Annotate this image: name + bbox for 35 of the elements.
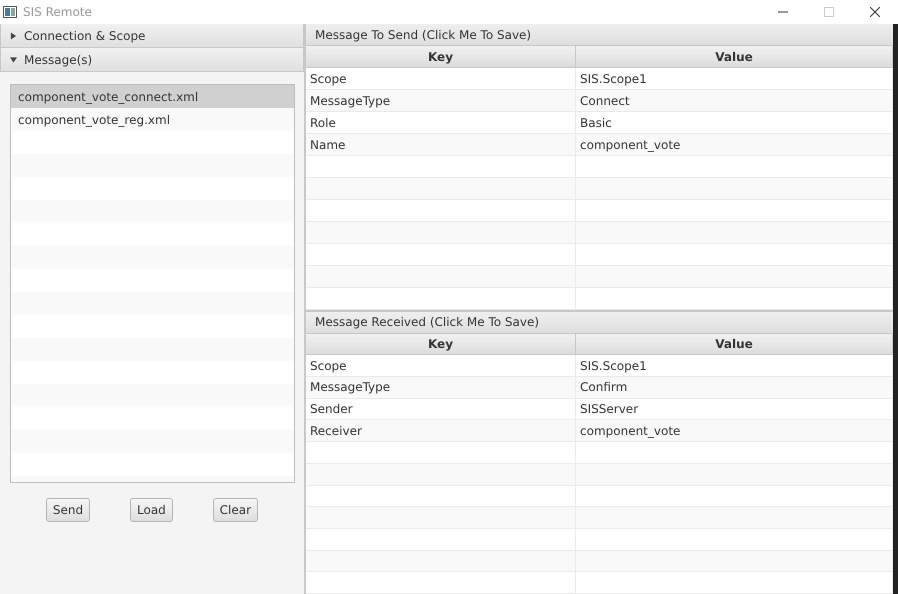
- table-cell: component_vote: [576, 420, 893, 442]
- window-title: SIS Remote: [23, 4, 92, 21]
- caret-down-icon: [10, 56, 17, 64]
- list-item[interactable]: component_vote_reg.xml: [11, 108, 294, 131]
- action-button[interactable]: Send: [46, 498, 90, 522]
- table-cell: Connect: [576, 90, 893, 111]
- action-button[interactable]: Load: [130, 498, 173, 522]
- accordion-header[interactable]: Connection & Scope: [0, 24, 304, 48]
- table-cell: SISServer: [576, 398, 893, 420]
- accordion-header[interactable]: Message(s): [0, 48, 304, 72]
- column-header[interactable]: Key: [306, 46, 576, 67]
- table-cell: MessageType: [306, 90, 576, 111]
- table-cell: component_vote: [576, 134, 893, 155]
- table-cell: Sender: [306, 398, 576, 420]
- table-cell: Basic: [576, 112, 893, 133]
- table-cell: Scope: [306, 68, 576, 89]
- table-cell: SIS.Scope1: [576, 355, 893, 376]
- column-header[interactable]: Value: [576, 46, 893, 67]
- column-header[interactable]: Value: [576, 334, 893, 354]
- maximize-icon: [824, 7, 834, 17]
- column-header[interactable]: Key: [306, 334, 576, 354]
- caret-right-icon: [10, 32, 17, 40]
- table-cell: Receiver: [306, 420, 576, 442]
- list-item[interactable]: component_vote_connect.xml: [11, 85, 294, 108]
- table-cell: Scope: [306, 355, 576, 376]
- app-icon: [3, 6, 17, 18]
- table-cell: Role: [306, 112, 576, 133]
- pane-title[interactable]: Message Received (Click Me To Save): [306, 312, 893, 334]
- table-cell: Confirm: [576, 377, 893, 398]
- action-button[interactable]: Clear: [212, 498, 258, 522]
- pane-title[interactable]: Message To Send (Click Me To Save): [306, 24, 893, 46]
- close-icon: [870, 7, 880, 17]
- table-cell: Name: [306, 134, 576, 155]
- table-cell: SIS.Scope1: [576, 68, 893, 89]
- table-cell: MessageType: [306, 377, 576, 398]
